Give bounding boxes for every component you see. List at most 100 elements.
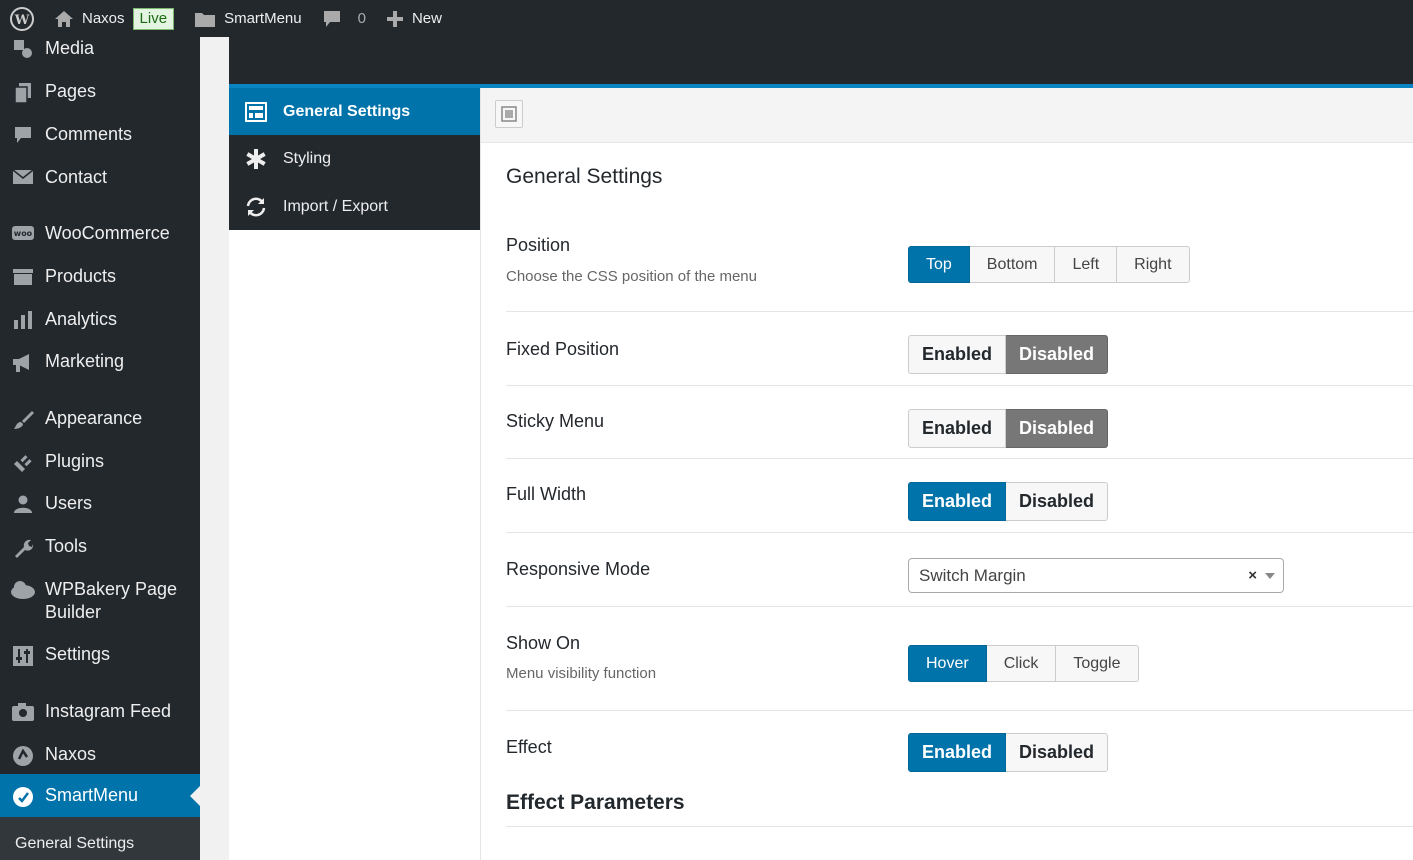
bar-chart-icon <box>0 308 45 330</box>
submenu-item-general-settings[interactable]: General Settings <box>15 835 134 853</box>
site-name: Naxos <box>82 10 125 27</box>
effect-disabled-button[interactable]: Disabled <box>1006 733 1109 772</box>
sidebar-item-products[interactable]: Products <box>0 265 200 288</box>
archive-icon <box>0 265 45 287</box>
smartmenu-icon <box>0 784 45 808</box>
folder-icon <box>194 10 216 28</box>
sidebar-item-comments[interactable]: Comments <box>0 123 200 146</box>
full-width-toggle: Enabled Disabled <box>908 482 1109 521</box>
full-width-enabled-button[interactable]: Enabled <box>908 482 1007 521</box>
tab-label: General Settings <box>283 102 411 120</box>
sidebar-item-label: WPBakery Page <box>45 579 178 599</box>
site-name-link[interactable]: Naxos Live <box>44 0 184 37</box>
fixed-position-toggle: Enabled Disabled <box>908 335 1109 374</box>
setting-label: Fixed Position <box>506 339 620 359</box>
setting-label: Show On <box>506 633 581 653</box>
effect-enabled-button[interactable]: Enabled <box>908 733 1007 772</box>
camera-icon <box>0 700 45 722</box>
sidebar-item-naxos[interactable]: Naxos <box>0 743 200 767</box>
show-on-hover-button[interactable]: Hover <box>908 645 987 682</box>
wordpress-icon: W <box>10 6 34 31</box>
tab-styling[interactable]: Styling <box>229 135 480 182</box>
layout-toggle-button[interactable] <box>495 100 523 128</box>
setting-description: Choose the CSS position of the menu <box>506 268 757 285</box>
pages-icon <box>0 80 45 104</box>
sticky-menu-enabled-button[interactable]: Enabled <box>908 409 1007 448</box>
effect-parameters-header: Effect Parameters <box>506 791 1413 827</box>
position-button-group: Top Bottom Left Right <box>908 246 1190 283</box>
plugin-header <box>229 37 1413 84</box>
tab-label: Styling <box>283 149 332 167</box>
dropdown-caret-icon[interactable] <box>1265 573 1275 579</box>
setting-row-position: Position Choose the CSS position of the … <box>506 231 1413 312</box>
svg-text:woo: woo <box>13 229 32 238</box>
sidebar-item-settings[interactable]: Settings <box>0 643 200 667</box>
sidebar-item-marketing[interactable]: Marketing <box>0 350 200 374</box>
sidebar-item-analytics[interactable]: Analytics <box>0 308 200 331</box>
plugin-link[interactable]: SmartMenu <box>184 0 312 37</box>
sidebar-item-instagram-feed[interactable]: Instagram Feed <box>0 700 200 723</box>
sticky-menu-toggle: Enabled Disabled <box>908 409 1109 448</box>
setting-row-effect: Effect Enabled Disabled <box>506 711 1413 781</box>
comment-icon <box>0 123 45 145</box>
sidebar-item-tools[interactable]: Tools <box>0 535 200 559</box>
setting-row-responsive-mode: Responsive Mode Switch Margin × <box>506 533 1413 607</box>
show-on-toggle-button[interactable]: Toggle <box>1056 645 1139 682</box>
sidebar-item-smartmenu[interactable]: SmartMenu <box>0 774 200 817</box>
clear-selection-icon[interactable]: × <box>1248 567 1257 584</box>
position-right-button[interactable]: Right <box>1117 246 1190 283</box>
layout-icon <box>229 101 283 122</box>
admin-menu: Media Pages Comments Contact woo WooComm… <box>0 37 200 860</box>
position-left-button[interactable]: Left <box>1055 246 1118 283</box>
sidebar-item-woocommerce[interactable]: woo WooCommerce <box>0 222 200 245</box>
setting-description: Menu visibility function <box>506 665 657 682</box>
woo-icon: woo <box>0 222 45 244</box>
settings-content: General Settings Position Choose the CSS… <box>481 88 1413 860</box>
position-bottom-button[interactable]: Bottom <box>969 246 1056 283</box>
fixed-position-enabled-button[interactable]: Enabled <box>908 335 1007 374</box>
select-value: Switch Margin <box>919 565 1026 585</box>
responsive-mode-select[interactable]: Switch Margin × <box>908 558 1284 593</box>
home-icon <box>54 10 74 28</box>
new-content-button[interactable]: New <box>376 0 452 37</box>
media-icon <box>0 37 45 59</box>
mail-icon <box>0 166 45 186</box>
sidebar-item-media[interactable]: Media <box>0 37 200 60</box>
setting-label: Responsive Mode <box>506 559 651 579</box>
setting-label: Full Width <box>506 484 587 504</box>
setting-label: Sticky Menu <box>506 411 605 431</box>
user-icon <box>0 492 45 514</box>
svg-text:W: W <box>14 13 30 28</box>
sidebar-item-contact[interactable]: Contact <box>0 166 200 189</box>
panel-icon <box>501 106 517 122</box>
plus-icon <box>386 10 404 28</box>
tab-import-export[interactable]: Import / Export <box>229 183 480 230</box>
refresh-icon <box>229 196 283 218</box>
asterisk-icon <box>229 148 283 170</box>
subsection-title: Effect Parameters <box>506 791 685 814</box>
setting-row-full-width: Full Width Enabled Disabled <box>506 459 1413 533</box>
new-label: New <box>411 10 442 27</box>
sidebar-item-pages[interactable]: Pages <box>0 80 200 104</box>
comments-count: 0 <box>357 10 366 27</box>
megaphone-icon <box>0 350 45 374</box>
wordpress-logo-button[interactable]: W <box>0 0 44 37</box>
comments-link[interactable]: 0 <box>312 0 376 37</box>
sticky-menu-disabled-button[interactable]: Disabled <box>1006 409 1109 448</box>
section-title: General Settings <box>506 165 663 188</box>
comment-bubble-icon <box>322 9 342 29</box>
brush-icon <box>0 407 45 431</box>
position-top-button[interactable]: Top <box>908 246 970 283</box>
settings-tabs: General Settings Styling Import / Export <box>229 88 480 230</box>
sidebar-item-plugins[interactable]: Plugins <box>0 450 200 474</box>
full-width-disabled-button[interactable]: Disabled <box>1006 482 1109 521</box>
sidebar-item-users[interactable]: Users <box>0 492 200 515</box>
sidebar-item-appearance[interactable]: Appearance <box>0 407 200 431</box>
fixed-position-disabled-button[interactable]: Disabled <box>1006 335 1109 374</box>
tab-general-settings[interactable]: General Settings <box>229 88 480 135</box>
live-badge: Live <box>132 7 175 30</box>
show-on-button-group: Hover Click Toggle <box>908 645 1139 682</box>
setting-row-fixed-position: Fixed Position Enabled Disabled <box>506 312 1413 386</box>
sidebar-item-wpbakery[interactable]: WPBakery Page Builder <box>0 578 200 624</box>
show-on-click-button[interactable]: Click <box>986 645 1057 682</box>
